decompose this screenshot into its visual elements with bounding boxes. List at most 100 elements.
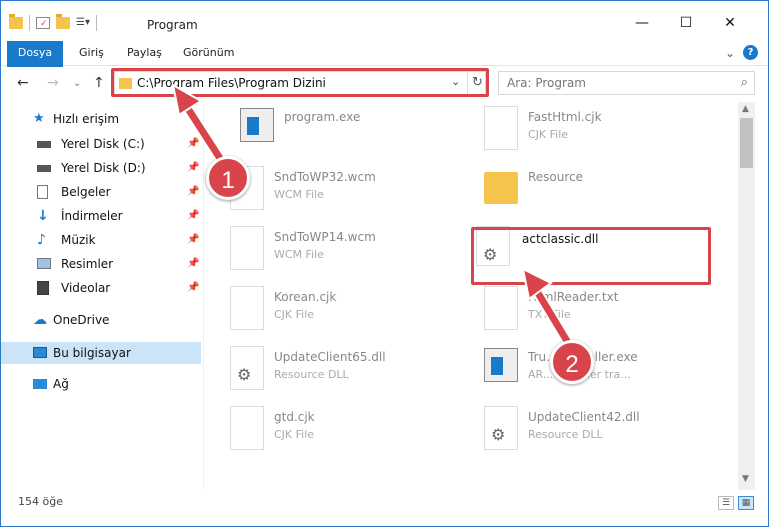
sidebar-item-downloads[interactable]: ↓ İndirmeler 📌 [1,205,201,227]
gear-icon: ⚙ [491,425,506,444]
downloads-icon: ↓ [37,208,49,224]
tab-home[interactable]: Giriş [69,41,114,65]
vertical-scrollbar[interactable]: ▲ ▼ [738,102,755,490]
item-count: 154 öğe [18,495,63,508]
back-button[interactable]: ← [17,75,29,91]
sidebar-item-music[interactable]: ♪ Müzik 📌 [1,229,201,251]
sidebar-item-label: Bu bilgisayar [53,346,131,360]
file-name: FastHtml.cjk [528,110,602,124]
pin-icon: 📌 [187,138,200,149]
file-type: WCM File [274,188,324,201]
customize-toolbar-icon[interactable]: ☰▾ [76,17,90,29]
forward-button[interactable]: → [47,75,59,91]
file-icon [230,286,264,330]
file-icon [484,106,518,150]
file-name: Resource [528,170,584,184]
ribbon-controls: ⌄ ? [725,45,758,60]
folder-icon [484,172,518,204]
tab-share[interactable]: Paylaş [117,41,172,65]
properties-icon[interactable]: ✓ [36,17,50,29]
pin-icon: 📌 [187,186,200,197]
tiles-view-icon[interactable]: ▦ [738,496,754,510]
sidebar-item-label: OneDrive [53,313,110,327]
help-icon[interactable]: ? [743,45,758,60]
exe-icon [240,108,274,142]
up-button[interactable]: ↑ [93,75,105,91]
address-bar[interactable]: C:\Program Files\Program Dizini ⌄ ↻ [114,71,486,95]
documents-icon [37,185,48,199]
scroll-thumb[interactable] [740,118,753,168]
file-item[interactable]: program.exe [214,102,454,158]
sidebar-item-drive-d[interactable]: Yerel Disk (D:) 📌 [1,157,201,179]
maximize-button[interactable]: ☐ [671,15,701,35]
pin-icon: 📌 [187,258,200,269]
file-type: WCM File [274,248,324,261]
toolbar-divider [29,15,30,31]
file-icon [230,406,264,450]
search-box[interactable]: Ara: Program ⌕ [498,71,755,95]
file-item[interactable]: ⚙ UpdateClient42.dll Resource DLL [458,402,698,458]
explorer-window: ✓ ☰▾ Program — ☐ ✕ Dosya Giriş Paylaş Gö… [0,0,769,527]
address-dropdown-icon[interactable]: ⌄ [451,75,460,88]
folder-item[interactable]: Resource [458,162,698,218]
tab-view[interactable]: Görünüm [173,41,244,65]
sidebar-item-label: Ağ [53,377,69,391]
sidebar-item-label: Müzik [61,233,96,247]
sidebar-item-label: Belgeler [61,185,111,199]
sidebar-item-label: İndirmeler [61,209,123,223]
file-name: SndToWP32.wcm [274,170,376,184]
status-bar: 154 öğe ☰ ▦ [1,490,768,526]
navigation-pane: ★ Hızlı erişim Yerel Disk (C:) 📌 Yerel D… [1,102,204,490]
dll-icon: ⚙ [476,226,510,266]
close-button[interactable]: ✕ [715,15,745,35]
file-name: gtd.cjk [274,410,315,424]
cloud-icon: ☁ [33,312,47,328]
address-path[interactable]: C:\Program Files\Program Dizini [137,76,326,90]
sidebar-item-label: Resimler [61,257,114,271]
file-item[interactable]: gtd.cjk CJK File [204,402,444,458]
minimize-button[interactable]: — [627,15,657,35]
file-type: TXT File [528,308,571,321]
sidebar-item-videos[interactable]: Videolar 📌 [1,277,201,299]
file-type: CJK File [528,128,569,141]
sidebar-item-onedrive[interactable]: ☁ OneDrive [1,309,201,331]
sidebar-item-this-pc[interactable]: Bu bilgisayar [1,342,201,364]
drive-icon [37,141,51,148]
file-type: Resource DLL [528,428,603,441]
sidebar-item-pictures[interactable]: Resimler 📌 [1,253,201,275]
toolbar-divider [96,15,97,31]
file-item[interactable]: Korean.cjk CJK File [204,282,444,338]
file-item[interactable]: HtmlReader.txt TXT File [458,282,698,338]
sidebar-item-label: Videolar [61,281,111,295]
file-item[interactable]: SndToWP14.wcm WCM File [204,222,444,278]
new-folder-icon[interactable] [56,14,70,29]
file-name: Korean.cjk [274,290,337,304]
sidebar-item-quick-access[interactable]: ★ Hızlı erişim [1,108,201,130]
file-item[interactable]: ⚙ UpdateClient65.dll Resource DLL [204,342,444,398]
file-type: CJK File [274,308,315,321]
sidebar-item-network[interactable]: Ağ [1,373,201,395]
pin-icon: 📌 [187,282,200,293]
sidebar-item-drive-c[interactable]: Yerel Disk (C:) 📌 [1,133,201,155]
file-item-actclassic[interactable]: ⚙ actclassic.dll [458,222,698,278]
search-input[interactable]: Ara: Program [507,76,586,90]
scroll-up-icon[interactable]: ▲ [742,104,749,114]
expand-ribbon-icon[interactable]: ⌄ [725,46,735,60]
gear-icon: ⚙ [237,365,252,384]
dll-icon: ⚙ [484,406,518,450]
sidebar-item-documents[interactable]: Belgeler 📌 [1,181,201,203]
refresh-button[interactable]: ↻ [467,72,487,94]
star-icon: ★ [33,111,45,126]
step-badge-1: 1 [206,156,250,200]
scroll-down-icon[interactable]: ▼ [742,474,749,484]
quick-access-toolbar: ✓ ☰▾ [9,14,97,31]
view-buttons: ☰ ▦ [718,496,754,510]
recent-locations-button[interactable]: ⌄ [73,78,81,89]
title-bar: ✓ ☰▾ Program — ☐ ✕ [1,1,768,41]
exe-icon [484,348,518,382]
dll-icon: ⚙ [230,346,264,390]
file-icon [484,286,518,330]
file-name: HtmlReader.txt [528,290,619,304]
details-view-icon[interactable]: ☰ [718,496,734,510]
file-item[interactable]: FastHtml.cjk CJK File [458,102,698,158]
